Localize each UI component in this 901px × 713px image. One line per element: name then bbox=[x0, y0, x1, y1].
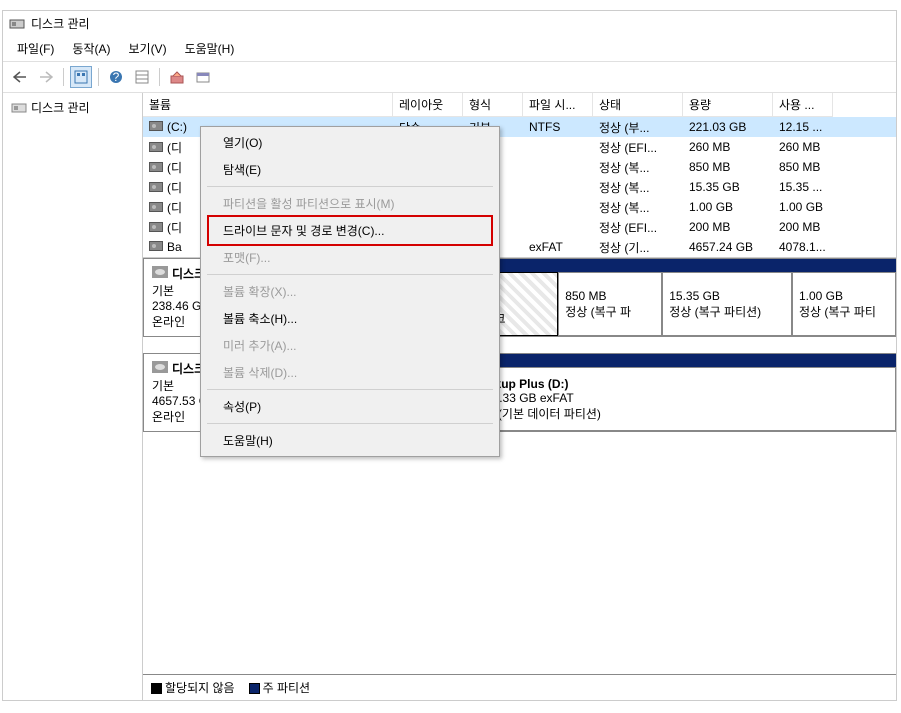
menu-separator bbox=[207, 423, 493, 424]
menu-separator bbox=[207, 389, 493, 390]
menu-item: 파티션을 활성 파티션으로 표시(M) bbox=[203, 190, 497, 217]
menu-item: 미러 추가(A)... bbox=[203, 332, 497, 359]
col-volume[interactable]: 볼륨 bbox=[143, 93, 393, 117]
tree-pane: 디스크 관리 bbox=[3, 93, 143, 700]
legend-primary-label: 주 파티션 bbox=[263, 681, 311, 695]
tree-icon bbox=[11, 101, 27, 115]
col-free[interactable]: 사용 ... bbox=[773, 93, 833, 117]
menu-item[interactable]: 도움말(H) bbox=[203, 427, 497, 454]
legend-swatch-blue bbox=[249, 683, 260, 694]
col-status[interactable]: 상태 bbox=[593, 93, 683, 117]
column-headers: 볼륨 레이아웃 형식 파일 시... 상태 용량 사용 ... bbox=[143, 93, 896, 117]
legend-swatch-black bbox=[151, 683, 162, 694]
toolbar-separator bbox=[63, 68, 64, 86]
partition[interactable]: Backup Plus (D:)4657.33 GB exFAT정상 (기본 데… bbox=[466, 367, 897, 431]
highlight-box bbox=[207, 215, 493, 246]
menu-item: 볼륨 확장(X)... bbox=[203, 278, 497, 305]
volume-icon bbox=[149, 121, 163, 131]
volume-icon bbox=[149, 162, 163, 172]
col-layout[interactable]: 레이아웃 bbox=[393, 93, 463, 117]
menubar: 파일(F) 동작(A) 보기(V) 도움말(H) bbox=[3, 36, 896, 62]
menu-item[interactable]: 탐색(E) bbox=[203, 156, 497, 183]
disk-icon bbox=[152, 266, 168, 278]
refresh-button[interactable] bbox=[166, 66, 188, 88]
menu-separator bbox=[207, 274, 493, 275]
legend-primary: 주 파티션 bbox=[249, 679, 311, 696]
app-icon bbox=[9, 16, 25, 32]
volume-icon bbox=[149, 241, 163, 251]
menu-item[interactable]: 열기(O) bbox=[203, 129, 497, 156]
menu-item[interactable]: 드라이브 문자 및 경로 변경(C)... bbox=[203, 217, 497, 244]
menu-separator bbox=[207, 186, 493, 187]
partition[interactable]: 850 MB정상 (복구 파 bbox=[558, 272, 662, 336]
partition[interactable]: 1.00 GB정상 (복구 파티 bbox=[792, 272, 896, 336]
volume-icon bbox=[149, 182, 163, 192]
menu-item[interactable]: 볼륨 축소(H)... bbox=[203, 305, 497, 332]
volume-icon bbox=[149, 222, 163, 232]
menu-help[interactable]: 도움말(H) bbox=[177, 38, 243, 59]
svg-text:?: ? bbox=[113, 70, 120, 84]
tree-label: 디스크 관리 bbox=[31, 99, 90, 116]
tree-item-disk-management[interactable]: 디스크 관리 bbox=[7, 97, 138, 118]
col-filesystem[interactable]: 파일 시... bbox=[523, 93, 593, 117]
menu-action[interactable]: 동작(A) bbox=[64, 38, 118, 59]
col-type[interactable]: 형식 bbox=[463, 93, 523, 117]
legend-unallocated: 할당되지 않음 bbox=[151, 679, 235, 696]
disk-icon bbox=[152, 361, 168, 373]
forward-button[interactable] bbox=[35, 66, 57, 88]
properties-button[interactable] bbox=[192, 66, 214, 88]
help-button[interactable]: ? bbox=[105, 66, 127, 88]
toolbar-separator bbox=[159, 68, 160, 86]
menu-file[interactable]: 파일(F) bbox=[9, 38, 62, 59]
view-button[interactable] bbox=[70, 66, 92, 88]
menu-item[interactable]: 속성(P) bbox=[203, 393, 497, 420]
volume-icon bbox=[149, 202, 163, 212]
window-title: 디스크 관리 bbox=[31, 15, 90, 32]
menu-item: 포맷(F)... bbox=[203, 244, 497, 271]
context-menu: 열기(O)탐색(E) 파티션을 활성 파티션으로 표시(M)드라이브 문자 및 경… bbox=[200, 126, 500, 457]
titlebar: 디스크 관리 bbox=[3, 11, 896, 36]
volume-icon bbox=[149, 142, 163, 152]
back-button[interactable] bbox=[9, 66, 31, 88]
menu-item: 볼륨 삭제(D)... bbox=[203, 359, 497, 386]
legend-unallocated-label: 할당되지 않음 bbox=[165, 681, 235, 695]
partition[interactable]: 15.35 GB정상 (복구 파티션) bbox=[662, 272, 792, 336]
toolbar-separator bbox=[98, 68, 99, 86]
legend: 할당되지 않음 주 파티션 bbox=[143, 674, 896, 700]
menu-view[interactable]: 보기(V) bbox=[120, 38, 174, 59]
list-button[interactable] bbox=[131, 66, 153, 88]
toolbar: ? bbox=[3, 62, 896, 93]
col-capacity[interactable]: 용량 bbox=[683, 93, 773, 117]
